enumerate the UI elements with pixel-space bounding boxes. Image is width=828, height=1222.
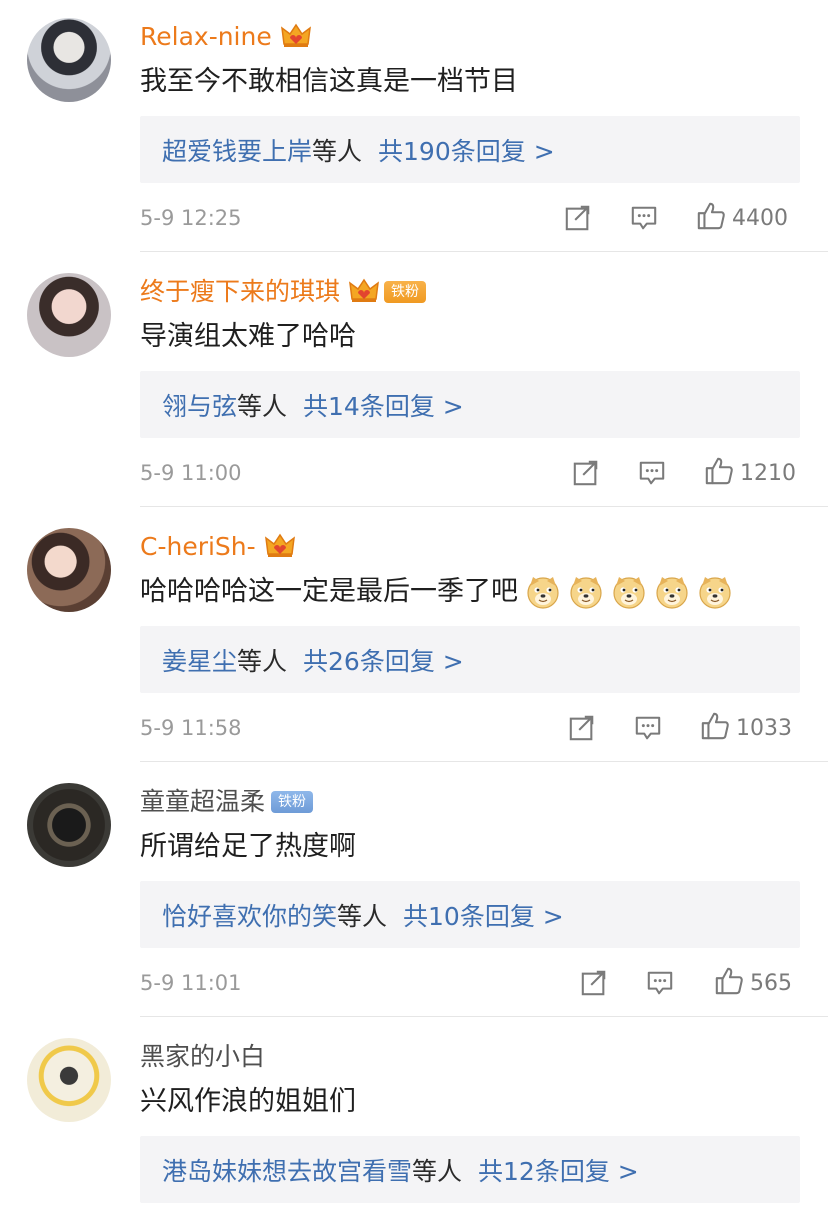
avatar[interactable]: [27, 528, 111, 612]
comment-icon[interactable]: [634, 714, 662, 746]
username-row: Relax-nine: [140, 20, 312, 54]
like-count: 1210: [740, 460, 796, 486]
username-row: C-heriSh-: [140, 530, 296, 564]
replies-preview[interactable]: 港岛妹妹想去故宫看雪等人 共12条回复 >: [140, 1136, 800, 1203]
username[interactable]: 黑家的小白: [140, 1040, 265, 1074]
comment-icon[interactable]: [646, 969, 674, 1001]
comment-icon[interactable]: [638, 459, 666, 491]
share-icon[interactable]: [564, 204, 592, 236]
replies-preview[interactable]: 翎与弦等人 共14条回复 >: [140, 371, 800, 438]
username[interactable]: C-heriSh-: [140, 530, 256, 564]
crown-icon: [340, 277, 380, 307]
replies-preview[interactable]: 超爱钱要上岸等人 共190条回复 >: [140, 116, 800, 183]
doge-emoji-icon: [568, 574, 604, 610]
like-count: 4400: [732, 205, 788, 231]
comment-item: 终于瘦下来的琪琪 铁粉导演组太难了哈哈翎与弦等人 共14条回复 > 5-9 11:00…: [0, 255, 828, 510]
crown-icon: [256, 532, 296, 562]
comment-text: 所谓给足了热度啊: [140, 831, 356, 862]
reply-others-label: 等人: [412, 1156, 463, 1186]
reply-others-label: 等人: [237, 391, 288, 421]
comment-footer: 5-9 11:01 565: [140, 965, 800, 1001]
reply-user-link[interactable]: 恰好喜欢你的笑: [162, 902, 337, 931]
replies-line: 姜星尘等人 共26条回复 >: [162, 642, 464, 678]
comment-footer: 5-9 11:58 1033: [140, 710, 800, 746]
reply-count-link[interactable]: 共26条回复 >: [303, 647, 464, 676]
reply-count-link[interactable]: 共10条回复 >: [403, 902, 564, 931]
share-icon[interactable]: [580, 969, 608, 1001]
like-button[interactable]: 4400: [696, 200, 788, 236]
replies-line: 恰好喜欢你的笑等人 共10条回复 >: [162, 897, 564, 933]
thumbs-up-icon: [700, 711, 730, 745]
comment-text-row: 哈哈哈哈这一定是最后一季了吧: [140, 572, 733, 612]
doge-emoji-icon: [697, 574, 733, 610]
like-button[interactable]: 1033: [700, 710, 792, 746]
divider: [140, 761, 828, 762]
reply-others-label: 等人: [312, 136, 363, 166]
replies-line: 港岛妹妹想去故宫看雪等人 共12条回复 >: [162, 1152, 639, 1188]
comment-item: 童童超温柔 铁粉 所谓给足了热度啊 恰好喜欢你的笑等人 共10条回复 >5-9 11:0…: [0, 765, 828, 1020]
comment-item: 黑家的小白兴风作浪的姐姐们港岛妹妹想去故宫看雪等人 共12条回复 >: [0, 1020, 828, 1222]
comment-text: 我至今不敢相信这真是一档节目: [140, 66, 518, 97]
avatar[interactable]: [27, 783, 111, 867]
timestamp: 5-9 11:00: [140, 461, 242, 485]
reply-user-link[interactable]: 超爱钱要上岸: [162, 137, 312, 166]
fan-badge: 铁粉: [271, 791, 314, 813]
comment-text: 导演组太难了哈哈: [140, 321, 356, 352]
username[interactable]: 童童超温柔: [140, 785, 265, 819]
reply-count-link[interactable]: 共12条回复 >: [478, 1157, 639, 1186]
doge-emoji-icon: [611, 574, 647, 610]
avatar[interactable]: [27, 18, 111, 102]
replies-preview[interactable]: 恰好喜欢你的笑等人 共10条回复 >: [140, 881, 800, 948]
replies-line: 超爱钱要上岸等人 共190条回复 >: [162, 132, 555, 168]
divider: [140, 506, 828, 507]
like-count: 565: [750, 970, 792, 996]
comment-item: C-heriSh- 哈哈哈哈这一定是最后一季了吧姜星尘等人 共26条回复 > 5-9 …: [0, 510, 828, 765]
reply-user-link[interactable]: 翎与弦: [162, 392, 237, 421]
like-button[interactable]: 1210: [704, 455, 796, 491]
replies-preview[interactable]: 姜星尘等人 共26条回复 >: [140, 626, 800, 693]
thumbs-up-icon: [714, 966, 744, 1000]
username-row: 黑家的小白: [140, 1040, 265, 1074]
username[interactable]: 终于瘦下来的琪琪: [140, 275, 340, 309]
timestamp: 5-9 11:01: [140, 971, 242, 995]
divider: [140, 1016, 828, 1017]
share-icon[interactable]: [568, 714, 596, 746]
reply-count-link[interactable]: 共190条回复 >: [378, 137, 555, 166]
comment-item: Relax-nine 我至今不敢相信这真是一档节目超爱钱要上岸等人 共190条回复 …: [0, 0, 828, 255]
username-row: 童童超温柔 铁粉: [140, 785, 314, 819]
timestamp: 5-9 11:58: [140, 716, 242, 740]
comment-text-row: 我至今不敢相信这真是一档节目: [140, 62, 518, 102]
reply-others-label: 等人: [237, 646, 288, 676]
crown-icon: [272, 22, 312, 52]
reply-user-link[interactable]: 姜星尘: [162, 647, 237, 676]
thumbs-up-icon: [704, 456, 734, 490]
comment-footer: 5-9 11:00 1210: [140, 455, 800, 491]
comment-text-row: 所谓给足了热度啊: [140, 827, 356, 867]
comment-footer: 5-9 12:25 4400: [140, 200, 800, 236]
avatar[interactable]: [27, 1038, 111, 1122]
doge-emoji-icon: [654, 574, 690, 610]
comment-text-row: 兴风作浪的姐姐们: [140, 1082, 356, 1122]
replies-line: 翎与弦等人 共14条回复 >: [162, 387, 464, 423]
like-button[interactable]: 565: [714, 965, 792, 1001]
thumbs-up-icon: [696, 201, 726, 235]
fan-badge: 铁粉: [384, 281, 427, 303]
avatar[interactable]: [27, 273, 111, 357]
comment-text: 兴风作浪的姐姐们: [140, 1086, 356, 1117]
like-count: 1033: [736, 715, 792, 741]
username-row: 终于瘦下来的琪琪 铁粉: [140, 275, 427, 309]
comment-icon[interactable]: [630, 204, 658, 236]
comment-text-row: 导演组太难了哈哈: [140, 317, 356, 357]
reply-user-link[interactable]: 港岛妹妹想去故宫看雪: [162, 1157, 412, 1186]
divider: [140, 251, 828, 252]
share-icon[interactable]: [572, 459, 600, 491]
reply-others-label: 等人: [337, 901, 388, 931]
timestamp: 5-9 12:25: [140, 206, 242, 230]
doge-emoji-icon: [525, 574, 561, 610]
comment-text: 哈哈哈哈这一定是最后一季了吧: [140, 576, 518, 607]
reply-count-link[interactable]: 共14条回复 >: [303, 392, 464, 421]
username[interactable]: Relax-nine: [140, 20, 272, 54]
